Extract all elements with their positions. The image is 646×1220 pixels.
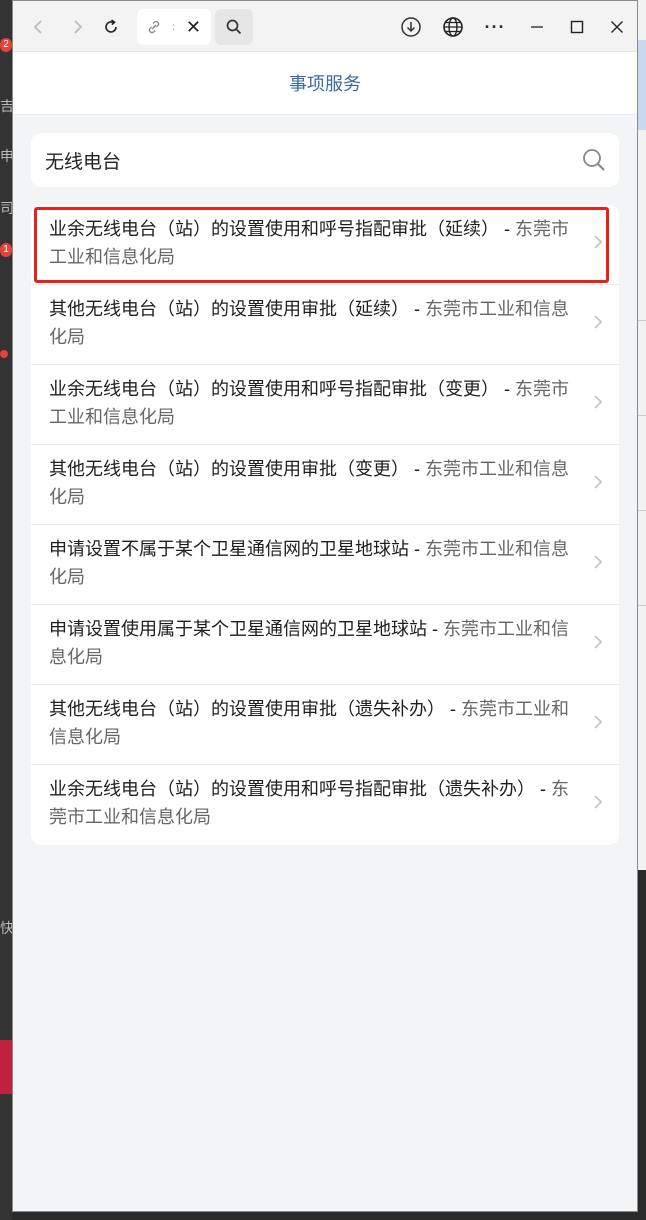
divider [638, 320, 646, 321]
list-item-text: 业余无线电台（站）的设置使用和呼号指配审批（遗失补办） - 东莞市工业和信息化局 [49, 775, 575, 831]
back-button[interactable] [23, 11, 55, 43]
notification-badge: 1 [0, 243, 12, 257]
chevron-right-icon [593, 233, 603, 256]
minimize-button[interactable] [521, 11, 553, 43]
list-item-text: 业余无线电台（站）的设置使用和呼号指配审批（延续） - 东莞市工业和信息化局 [49, 215, 575, 271]
background-app-right [638, 0, 646, 1220]
search-bar [31, 133, 619, 187]
background-glyph: 快 [0, 920, 12, 936]
list-item-text: 申请设置不属于某个卫星通信网的卫星地球站 - 东莞市工业和信息化局 [49, 535, 575, 591]
background-glyph: 申 [0, 148, 12, 164]
search-input[interactable] [43, 148, 567, 172]
list-item[interactable]: 业余无线电台（站）的设置使用和呼号指配审批（延续） - 东莞市工业和信息化局 [31, 205, 619, 285]
tab-close-icon[interactable]: ✕ [186, 17, 201, 38]
item-separator: - [427, 619, 443, 639]
notification-dot [0, 350, 8, 358]
list-item-text: 其他无线电台（站）的设置使用审批（遗失补办） - 东莞市工业和信息化局 [49, 695, 575, 751]
divider [638, 605, 646, 606]
browser-tab[interactable]: : ✕ [137, 9, 211, 45]
background-glyph: 吉 [0, 98, 12, 114]
page-content: 事项服务 业余无线电台（站）的设置使用和呼号指配审批（延续） - 东莞市工业和信… [13, 52, 637, 845]
tab-title: : [172, 21, 175, 33]
list-item[interactable]: 其他无线电台（站）的设置使用审批（遗失补办） - 东莞市工业和信息化局 [31, 685, 619, 765]
item-separator: - [409, 299, 425, 319]
item-name: 业余无线电台（站）的设置使用和呼号指配审批（变更） [49, 379, 499, 399]
item-separator: - [445, 699, 461, 719]
background-image-sliver [638, 40, 646, 130]
browser-toolbar: : ✕ ··· [13, 1, 637, 52]
reload-button[interactable] [95, 11, 127, 43]
item-separator: - [535, 779, 551, 799]
list-item[interactable]: 其他无线电台（站）的设置使用审批（延续） - 东莞市工业和信息化局 [31, 285, 619, 365]
item-separator: - [499, 379, 515, 399]
chevron-right-icon [593, 793, 603, 816]
background-glyph: 司 [0, 200, 12, 216]
download-button[interactable] [395, 11, 427, 43]
item-name: 业余无线电台（站）的设置使用和呼号指配审批（延续） [49, 219, 499, 239]
minimize-icon [531, 26, 543, 28]
result-list: 业余无线电台（站）的设置使用和呼号指配审批（延续） - 东莞市工业和信息化局 其他… [31, 205, 619, 845]
page-title: 事项服务 [13, 52, 637, 115]
more-button[interactable]: ··· [479, 11, 511, 43]
search-icon [226, 19, 242, 35]
back-icon [33, 20, 42, 34]
forward-button[interactable] [61, 11, 93, 43]
background-red-bar [0, 1040, 12, 1094]
background-dark-area [638, 870, 646, 1220]
maximize-icon [570, 20, 584, 34]
search-icon[interactable] [581, 147, 607, 173]
list-item-text: 申请设置使用属于某个卫星通信网的卫星地球站 - 东莞市工业和信息化局 [49, 615, 575, 671]
item-name: 申请设置使用属于某个卫星通信网的卫星地球站 [49, 619, 427, 639]
chevron-right-icon [593, 633, 603, 656]
chevron-right-icon [593, 473, 603, 496]
item-name: 申请设置不属于某个卫星通信网的卫星地球站 [49, 539, 409, 559]
list-item-text: 业余无线电台（站）的设置使用和呼号指配审批（变更） - 东莞市工业和信息化局 [49, 375, 575, 431]
chevron-right-icon [593, 313, 603, 336]
item-name: 其他无线电台（站）的设置使用审批（延续） [49, 299, 409, 319]
divider [638, 415, 646, 416]
list-item[interactable]: 申请设置使用属于某个卫星通信网的卫星地球站 - 东莞市工业和信息化局 [31, 605, 619, 685]
background-app-left: 2 吉 申 司 1 快 [0, 0, 12, 1220]
item-name: 其他无线电台（站）的设置使用审批（遗失补办） [49, 699, 445, 719]
maximize-button[interactable] [561, 11, 593, 43]
link-icon [148, 20, 160, 34]
item-separator: - [499, 219, 515, 239]
chevron-right-icon [593, 553, 603, 576]
search-button[interactable] [215, 9, 253, 45]
globe-icon [443, 17, 463, 37]
notification-badge: 2 [0, 38, 12, 52]
list-item-text: 其他无线电台（站）的设置使用审批（延续） - 东莞市工业和信息化局 [49, 295, 575, 351]
download-icon [401, 17, 421, 37]
list-item-text: 其他无线电台（站）的设置使用审批（变更） - 东莞市工业和信息化局 [49, 455, 575, 511]
chevron-right-icon [593, 393, 603, 416]
close-window-button[interactable] [601, 11, 633, 43]
list-item[interactable]: 业余无线电台（站）的设置使用和呼号指配审批（遗失补办） - 东莞市工业和信息化局 [31, 765, 619, 845]
list-item[interactable]: 业余无线电台（站）的设置使用和呼号指配审批（变更） - 东莞市工业和信息化局 [31, 365, 619, 445]
item-separator: - [409, 539, 425, 559]
close-icon [611, 21, 623, 33]
item-name: 业余无线电台（站）的设置使用和呼号指配审批（遗失补办） [49, 779, 535, 799]
chevron-right-icon [593, 713, 603, 736]
item-separator: - [409, 459, 425, 479]
browser-window: : ✕ ··· 事项服务 业余无线电台（站）的设置使用和呼号指配审批（延续） -… [12, 0, 638, 1212]
list-item[interactable]: 申请设置不属于某个卫星通信网的卫星地球站 - 东莞市工业和信息化局 [31, 525, 619, 605]
forward-icon [74, 20, 83, 34]
reload-icon [105, 19, 117, 33]
globe-button[interactable] [437, 11, 469, 43]
list-item[interactable]: 其他无线电台（站）的设置使用审批（变更） - 东莞市工业和信息化局 [31, 445, 619, 525]
divider [638, 510, 646, 511]
item-name: 其他无线电台（站）的设置使用审批（变更） [49, 459, 409, 479]
